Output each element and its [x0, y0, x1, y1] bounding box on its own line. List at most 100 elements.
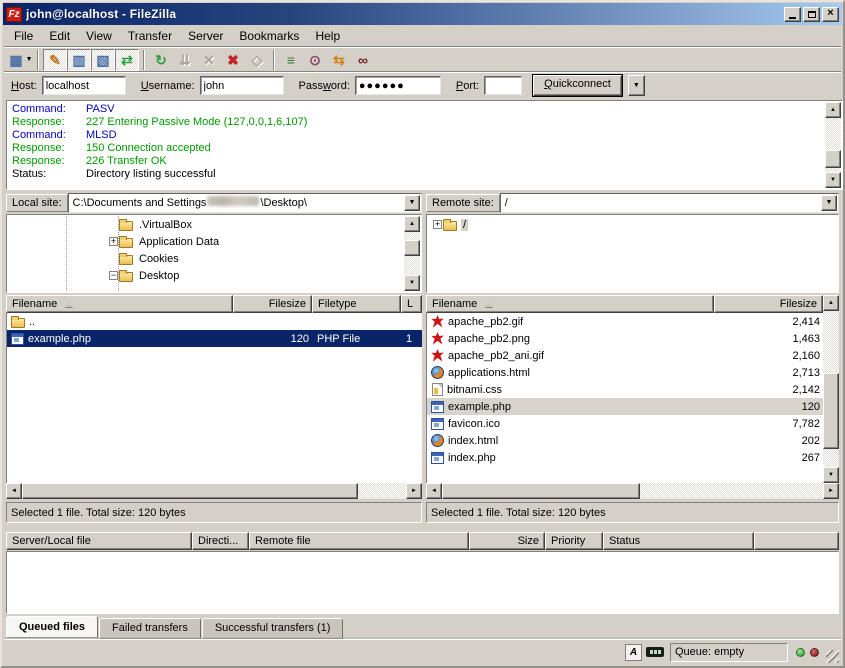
find-files-button[interactable]: ∞	[351, 49, 375, 71]
file-row-bitnami-css[interactable]: bitnami.css2,142	[427, 381, 823, 398]
column-header-filesize[interactable]: Filesize	[233, 295, 312, 313]
menu-edit[interactable]: Edit	[41, 27, 78, 45]
site-manager-button[interactable]: ▦▼	[9, 49, 33, 71]
scroll-left-button[interactable]: ◄	[426, 483, 442, 499]
scrollbar-thumb[interactable]	[825, 150, 841, 168]
scroll-up-button[interactable]: ▲	[823, 295, 839, 311]
scroll-up-button[interactable]: ▲	[825, 102, 841, 118]
css-file-icon	[432, 383, 443, 396]
scroll-down-button[interactable]: ▼	[825, 172, 841, 188]
expand-plus-icon[interactable]: +	[109, 237, 118, 246]
remote-site-dropdown-button[interactable]: ▼	[821, 195, 837, 211]
maximize-button[interactable]	[803, 7, 820, 22]
host-input[interactable]	[42, 76, 126, 95]
refresh-button[interactable]: ↻	[149, 49, 173, 71]
local-site-dropdown-button[interactable]: ▼	[404, 195, 420, 211]
cell-size: 2,713	[715, 364, 823, 381]
column-header-l[interactable]: L	[401, 295, 422, 313]
scrollbar-thumb[interactable]	[22, 483, 358, 499]
menu-server[interactable]: Server	[180, 27, 231, 45]
tree-item-cookies[interactable]: Cookies	[8, 250, 404, 267]
file-row-index-html[interactable]: index.html202	[427, 432, 823, 449]
tree-item-application-data[interactable]: +Application Data	[8, 233, 404, 250]
tab-queued-files[interactable]: Queued files	[6, 616, 98, 638]
username-input[interactable]	[200, 76, 284, 95]
activity-led-green	[796, 648, 805, 657]
queue-column-directi[interactable]: Directi...	[192, 532, 249, 550]
tab-failed-transfers[interactable]: Failed transfers	[99, 618, 201, 639]
file-row-apache-pb2-gif[interactable]: apache_pb2.gif2,414	[427, 313, 823, 330]
file-row-example-php[interactable]: example.php120	[427, 398, 823, 415]
speed-limits-icon[interactable]	[646, 647, 664, 657]
file-row-item[interactable]: ..	[7, 313, 422, 330]
minimize-button[interactable]	[784, 7, 801, 22]
remote-vertical-scrollbar[interactable]: ▲ ▼	[823, 295, 839, 483]
queue-column-priority[interactable]: Priority	[545, 532, 603, 550]
local-tree-scrollbar[interactable]: ▲ ▼	[404, 216, 420, 291]
file-row-apache-pb2-ani-gif[interactable]: apache_pb2_ani.gif2,160	[427, 347, 823, 364]
directory-comparison-button[interactable]: ⊙	[303, 49, 327, 71]
queue-column-size[interactable]: Size	[469, 532, 545, 550]
remote-horizontal-scrollbar[interactable]: ◄ ►	[426, 483, 839, 499]
queue-column-server-local-file[interactable]: Server/Local file	[6, 532, 192, 550]
scrollbar-thumb[interactable]	[442, 483, 640, 499]
menu-view[interactable]: View	[78, 27, 120, 45]
cell-name: apache_pb2_ani.gif	[427, 347, 715, 364]
scroll-up-button[interactable]: ▲	[404, 216, 420, 232]
data-type-indicator[interactable]: A	[625, 644, 642, 661]
chevron-down-icon[interactable]: ▼	[26, 56, 33, 63]
column-header-filetype[interactable]: Filetype	[312, 295, 401, 313]
password-input[interactable]	[355, 76, 441, 95]
scroll-down-button[interactable]: ▼	[404, 275, 420, 291]
filezilla-window: Fz john@localhost - FileZilla × FileEdit…	[0, 0, 845, 668]
message-log-scrollbar[interactable]: ▲ ▼	[825, 102, 841, 188]
menu-transfer[interactable]: Transfer	[120, 27, 180, 45]
toggle-remote-tree-button[interactable]: ▧	[91, 49, 115, 71]
disconnect-button[interactable]: ✖	[221, 49, 245, 71]
cancel-operation-button[interactable]: ✕	[197, 49, 221, 71]
resize-grip[interactable]	[826, 650, 839, 663]
process-queue-button[interactable]: ⇊	[173, 49, 197, 71]
toggle-transfer-queue-button[interactable]: ⇄	[115, 49, 139, 71]
cell-text: favicon.ico	[448, 418, 500, 430]
file-row-favicon-ico[interactable]: favicon.ico7,782	[427, 415, 823, 432]
toggle-remote-tree-icon: ▧	[96, 53, 109, 67]
file-row-apache-pb2-png[interactable]: apache_pb2.png1,463	[427, 330, 823, 347]
reconnect-button[interactable]: ◇	[245, 49, 269, 71]
queue-column-status[interactable]: Status	[603, 532, 754, 550]
toggle-local-tree-button[interactable]: ▥	[67, 49, 91, 71]
tree-item-desktop[interactable]: −Desktop	[8, 267, 404, 284]
local-horizontal-scrollbar[interactable]: ◄ ►	[6, 483, 422, 499]
synchronized-browsing-button[interactable]: ⇆	[327, 49, 351, 71]
tree-item-item[interactable]: +/	[428, 216, 837, 233]
collapse-minus-icon[interactable]: −	[109, 271, 118, 280]
port-input[interactable]	[484, 76, 522, 95]
scroll-right-button[interactable]: ►	[406, 483, 422, 499]
column-header-filename[interactable]: Filename	[6, 295, 233, 313]
column-header-filename[interactable]: Filename	[426, 295, 714, 313]
remote-site-combobox[interactable]: / ▼	[500, 193, 839, 213]
quickconnect-button[interactable]: Quickconnect	[533, 75, 622, 96]
local-site-combobox[interactable]: C:\Documents and Settings\Desktop\ ▼	[68, 193, 422, 213]
menu-file[interactable]: File	[6, 27, 41, 45]
tree-item-virtualbox[interactable]: .VirtualBox	[8, 216, 404, 233]
expand-plus-icon[interactable]: +	[433, 220, 442, 229]
menu-bookmarks[interactable]: Bookmarks	[231, 27, 307, 45]
file-row-applications-html[interactable]: applications.html2,713	[427, 364, 823, 381]
queue-column-filler[interactable]	[754, 532, 839, 550]
column-header-filesize[interactable]: Filesize	[714, 295, 823, 313]
toggle-message-log-button[interactable]: ✎	[43, 49, 67, 71]
quickconnect-dropdown-button[interactable]: ▼	[628, 75, 645, 96]
scroll-left-button[interactable]: ◄	[6, 483, 22, 499]
close-button[interactable]: ×	[822, 7, 839, 22]
scroll-down-button[interactable]: ▼	[823, 467, 839, 483]
file-row-example-php[interactable]: example.php120PHP File1	[7, 330, 422, 347]
scrollbar-thumb[interactable]	[823, 373, 839, 449]
menu-help[interactable]: Help	[307, 27, 348, 45]
queue-column-remote-file[interactable]: Remote file	[249, 532, 469, 550]
scrollbar-thumb[interactable]	[404, 240, 420, 256]
directory-listing-filters-button[interactable]: ≡	[279, 49, 303, 71]
scroll-right-button[interactable]: ►	[823, 483, 839, 499]
tab-successful-transfers-1[interactable]: Successful transfers (1)	[202, 618, 344, 639]
file-row-index-php[interactable]: index.php267	[427, 449, 823, 466]
